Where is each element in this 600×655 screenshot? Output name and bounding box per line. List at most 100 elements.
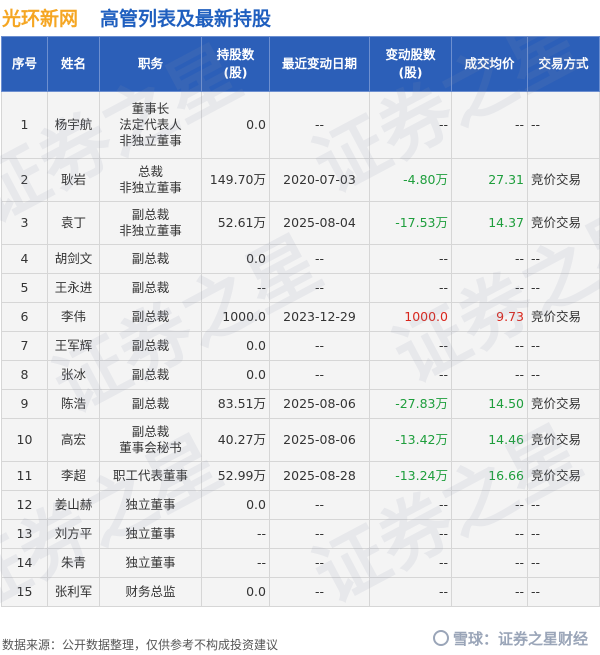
- cell-price: 14.46: [451, 418, 528, 462]
- role-line: 非独立董事: [119, 133, 182, 148]
- cell-date: 2025-08-06: [269, 418, 370, 462]
- table-row: 8 张冰 副总裁 0.0 -- -- -- --: [1, 360, 600, 390]
- cell-price: 14.37: [451, 201, 528, 245]
- table-row: 1 杨宇航 董事长 法定代表人 非独立董事 0.0 -- -- -- --: [1, 91, 600, 159]
- column-header: 最近变动日期: [269, 36, 370, 92]
- table-row: 15 张利军 财务总监 0.0 -- -- -- --: [1, 577, 600, 607]
- cell-date: --: [269, 273, 370, 303]
- cell-shares: 0.0: [201, 244, 270, 274]
- column-header: 成交均价: [451, 36, 528, 92]
- cell-price: --: [451, 91, 528, 159]
- cell-price: 27.31: [451, 158, 528, 202]
- table-row: 11 李超 职工代表董事 52.99万 2025-08-28 -13.24万 16.66 竞价…: [1, 461, 600, 491]
- role-line: 总裁: [137, 164, 163, 179]
- cell-shares: 0.0: [201, 577, 270, 607]
- cell-shares: 52.61万: [201, 201, 270, 245]
- cell-shares: 0.0: [201, 490, 270, 520]
- cell-change: --: [369, 91, 452, 159]
- cell-change: --: [369, 490, 452, 520]
- cell-role: 副总裁: [99, 360, 202, 390]
- cell-date: --: [269, 91, 370, 159]
- cell-price: --: [451, 273, 528, 303]
- cell-role: 总裁 非独立董事: [99, 158, 202, 202]
- cell-change: --: [369, 577, 452, 607]
- cell-no: 9: [1, 389, 48, 419]
- column-header: 姓名: [47, 36, 100, 92]
- role-line: 非独立董事: [119, 180, 182, 195]
- table-header-row: 序号 姓名 职务 持股数 (股) 最近变动日期 变动股数 (股) 成交均价 交易方式: [1, 36, 600, 92]
- cell-role: 职工代表董事: [99, 461, 202, 491]
- table-row: 7 王军辉 副总裁 0.0 -- -- -- --: [1, 331, 600, 361]
- role-line: 副总裁: [131, 251, 170, 266]
- cell-name: 耿岩: [47, 158, 100, 202]
- cell-name: 姜山赫: [47, 490, 100, 520]
- role-line: 副总裁: [131, 207, 170, 222]
- cell-change: --: [369, 548, 452, 578]
- table-row: 6 李伟 副总裁 1000.0 2023-12-29 1000.0 9.73 竞价交易: [1, 302, 600, 332]
- cell-method: 竞价交易: [527, 461, 600, 491]
- role-line: 法定代表人: [119, 117, 182, 132]
- cell-shares: --: [201, 273, 270, 303]
- cell-role: 董事长 法定代表人 非独立董事: [99, 91, 202, 159]
- cell-no: 6: [1, 302, 48, 332]
- cell-date: 2025-08-06: [269, 389, 370, 419]
- cell-price: --: [451, 360, 528, 390]
- cell-name: 高宏: [47, 418, 100, 462]
- cell-no: 7: [1, 331, 48, 361]
- page-title: 高管列表及最新持股: [100, 8, 272, 30]
- cell-no: 14: [1, 548, 48, 578]
- company-name: 光环新网: [2, 8, 79, 30]
- table-row: 14 朱青 独立董事 -- -- -- -- --: [1, 548, 600, 578]
- cell-role: 独立董事: [99, 490, 202, 520]
- cell-name: 张冰: [47, 360, 100, 390]
- cell-change: --: [369, 331, 452, 361]
- cell-method: 竞价交易: [527, 389, 600, 419]
- cell-method: --: [527, 577, 600, 607]
- brand-text: 雪球：证券之星财经: [452, 630, 588, 648]
- cell-method: 竞价交易: [527, 302, 600, 332]
- cell-no: 12: [1, 490, 48, 520]
- cell-change: --: [369, 519, 452, 549]
- cell-role: 副总裁 非独立董事: [99, 201, 202, 245]
- column-header: 变动股数 (股): [369, 36, 452, 92]
- cell-no: 2: [1, 158, 48, 202]
- cell-shares: 0.0: [201, 331, 270, 361]
- cell-shares: 0.0: [201, 91, 270, 159]
- page-header: 光环新网 高管列表及最新持股: [0, 0, 600, 36]
- cell-no: 13: [1, 519, 48, 549]
- cell-role: 独立董事: [99, 548, 202, 578]
- cell-date: 2025-08-04: [269, 201, 370, 245]
- cell-method: --: [527, 548, 600, 578]
- cell-change: --: [369, 273, 452, 303]
- cell-change: 1000.0: [369, 302, 452, 332]
- table-body: 1 杨宇航 董事长 法定代表人 非独立董事 0.0 -- -- -- -- 2 耿岩 总裁 非独立董事 14…: [1, 91, 600, 607]
- role-line: 副总裁: [131, 338, 170, 353]
- table-row: 5 王永进 副总裁 -- -- -- -- --: [1, 273, 600, 303]
- cell-name: 朱青: [47, 548, 100, 578]
- cell-method: --: [527, 91, 600, 159]
- cell-method: 竞价交易: [527, 201, 600, 245]
- role-line: 董事长: [131, 101, 170, 116]
- role-line: 副总裁: [131, 424, 170, 439]
- cell-change: --: [369, 360, 452, 390]
- cell-role: 副总裁: [99, 389, 202, 419]
- cell-date: --: [269, 331, 370, 361]
- snowball-logo-icon: [432, 629, 449, 646]
- cell-role: 副总裁: [99, 273, 202, 303]
- cell-price: --: [451, 490, 528, 520]
- cell-date: --: [269, 490, 370, 520]
- role-line: 独立董事: [125, 526, 176, 541]
- cell-change: -27.83万: [369, 389, 452, 419]
- cell-name: 杨宇航: [47, 91, 100, 159]
- cell-no: 3: [1, 201, 48, 245]
- cell-date: --: [269, 360, 370, 390]
- cell-date: --: [269, 577, 370, 607]
- cell-method: --: [527, 244, 600, 274]
- cell-shares: 83.51万: [201, 389, 270, 419]
- cell-shares: 52.99万: [201, 461, 270, 491]
- cell-role: 副总裁 董事会秘书: [99, 418, 202, 462]
- table-row: 13 刘方平 独立董事 -- -- -- -- --: [1, 519, 600, 549]
- cell-no: 4: [1, 244, 48, 274]
- cell-price: --: [451, 331, 528, 361]
- cell-method: --: [527, 273, 600, 303]
